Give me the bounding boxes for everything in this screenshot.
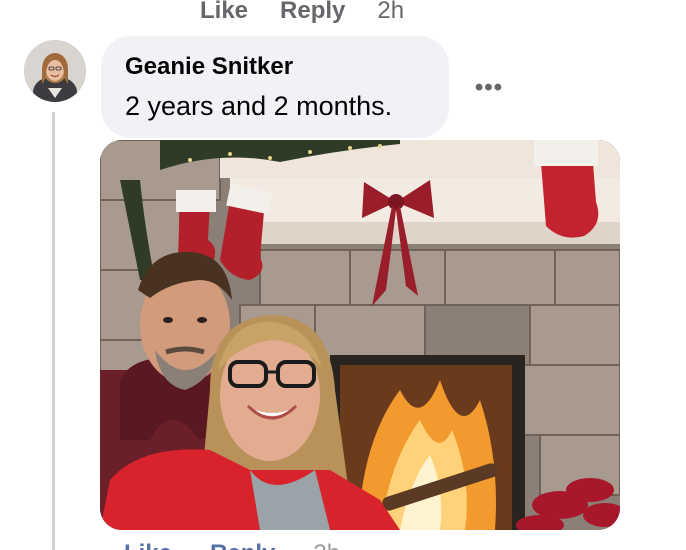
avatar[interactable] [24,40,86,102]
like-button[interactable]: Like [124,540,172,550]
comment-bubble[interactable]: Geanie Snitker 2 years and 2 months. [101,36,449,138]
comment-author[interactable]: Geanie Snitker [125,52,449,82]
more-horizontal-icon[interactable]: ••• [472,74,506,102]
reply-button[interactable]: Reply [210,540,275,550]
comment-text: 2 years and 2 months. [125,91,393,121]
thread-line [52,112,55,550]
comment-photo[interactable] [100,140,620,530]
like-button[interactable]: Like [200,0,248,25]
comment-actions: Like Reply 2h [124,540,340,550]
previous-comment-actions: Like Reply 2h [200,0,404,28]
comment-thread: Like Reply 2h Geanie Snitker 2 years and… [0,0,686,550]
christmas-selfie-image [100,140,620,530]
comment-timestamp[interactable]: 2h [313,540,340,550]
avatar-photo [24,40,86,102]
reply-button[interactable]: Reply [280,0,345,25]
comment-timestamp[interactable]: 2h [377,0,404,25]
